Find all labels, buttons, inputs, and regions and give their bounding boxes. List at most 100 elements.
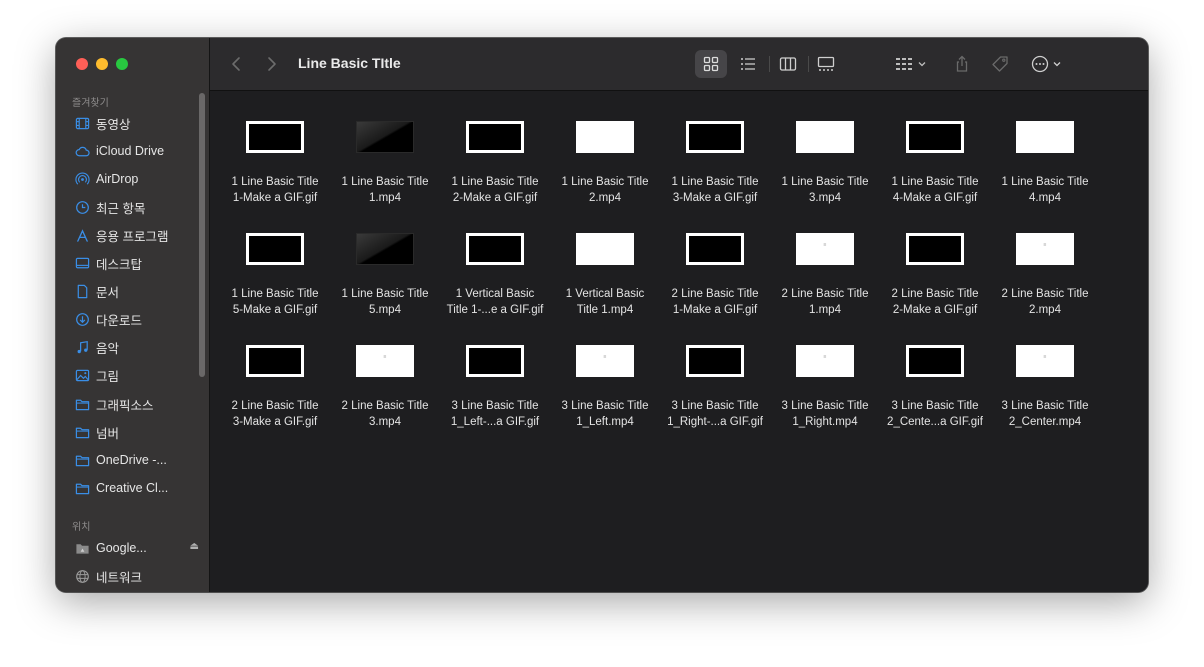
file-thumbnail-area bbox=[880, 215, 990, 283]
sidebar-item-fav-5[interactable]: 데스크탑 bbox=[74, 253, 199, 275]
file-thumbnail: ≡ bbox=[796, 345, 854, 377]
file-item[interactable]: ≡ 2 Line Basic Title 2.mp4 bbox=[990, 215, 1100, 327]
file-name-line-2: 3-Make a GIF.gif bbox=[672, 192, 758, 204]
file-name: 2 Line Basic Title 1.mp4 bbox=[771, 286, 879, 318]
file-name-line-2: 5.mp4 bbox=[369, 304, 401, 316]
file-thumbnail-area bbox=[220, 327, 330, 395]
file-item[interactable]: 1 Line Basic Title 1.mp4 bbox=[330, 103, 440, 215]
list-icon bbox=[741, 58, 755, 70]
sidebar-item-label: 음악 bbox=[96, 342, 120, 357]
favorites-section-label: 즐겨찾기 bbox=[72, 98, 109, 109]
file-item[interactable]: 3 Line Basic Title 2_Cente...a GIF.gif bbox=[880, 327, 990, 439]
group-by-button[interactable] bbox=[890, 50, 930, 78]
file-thumbnail-area bbox=[330, 103, 440, 171]
file-thumbnail bbox=[796, 121, 854, 153]
file-name: 1 Line Basic Title 5-Make a GIF.gif bbox=[221, 286, 329, 318]
sidebar-item-fav-11[interactable]: 넘버 bbox=[74, 421, 199, 443]
zoom-window-button[interactable] bbox=[116, 58, 128, 70]
sidebar-item-fav-4[interactable]: 응용 프로그램 bbox=[74, 224, 199, 246]
forward-button[interactable] bbox=[262, 55, 280, 73]
back-button[interactable] bbox=[228, 55, 246, 73]
file-item[interactable]: ≡ 2 Line Basic Title 3.mp4 bbox=[330, 327, 440, 439]
file-item[interactable]: 3 Line Basic Title 1_Right-...a GIF.gif bbox=[660, 327, 770, 439]
sidebar-item-fav-9[interactable]: 그림 bbox=[74, 365, 199, 387]
file-item[interactable]: 1 Line Basic Title 3-Make a GIF.gif bbox=[660, 103, 770, 215]
file-name-line-1: 2 Line Basic Title bbox=[671, 288, 759, 300]
sidebar-item-fav-7[interactable]: 다운로드 bbox=[74, 309, 199, 331]
file-name-line-2: 1-Make a GIF.gif bbox=[672, 304, 758, 316]
sidebar-item-fav-12[interactable]: OneDrive -... bbox=[74, 449, 199, 471]
file-item[interactable]: 1 Line Basic Title 4.mp4 bbox=[990, 103, 1100, 215]
sidebar-item-fav-3[interactable]: 최근 항목 bbox=[74, 196, 199, 218]
chevron-left-icon bbox=[232, 57, 240, 71]
file-thumbnail bbox=[576, 121, 634, 153]
file-item[interactable]: 2 Line Basic Title 3-Make a GIF.gif bbox=[220, 327, 330, 439]
file-name: 1 Line Basic Title 2.mp4 bbox=[551, 174, 659, 206]
file-item[interactable]: 1 Line Basic Title 2-Make a GIF.gif bbox=[440, 103, 550, 215]
file-name-line-1: 1 Line Basic Title bbox=[1001, 176, 1089, 188]
sidebar-item-fav-10[interactable]: 그래픽소스 bbox=[74, 393, 199, 415]
file-name-line-1: 2 Line Basic Title bbox=[341, 400, 429, 412]
sidebar-item-loc-1[interactable]: 네트워크 bbox=[74, 565, 199, 587]
file-item[interactable]: 1 Line Basic Title 2.mp4 bbox=[550, 103, 660, 215]
tags-button[interactable] bbox=[986, 50, 1014, 78]
sidebar-item-fav-2[interactable]: AirDrop bbox=[74, 168, 199, 190]
gallery-view-button[interactable] bbox=[810, 50, 842, 78]
file-name-line-2: 1_Left-...a GIF.gif bbox=[450, 416, 540, 428]
list-view-button[interactable] bbox=[732, 50, 764, 78]
thumbnail-text-mark: ≡ bbox=[1043, 354, 1047, 360]
sidebar-item-fav-8[interactable]: 음악 bbox=[74, 337, 199, 359]
sidebar-item-label: 동영상 bbox=[96, 117, 131, 132]
file-item[interactable]: 1 Vertical Basic Title 1-...e a GIF.gif bbox=[440, 215, 550, 327]
file-thumbnail-area bbox=[880, 327, 990, 395]
file-name-line-2: 1_Left.mp4 bbox=[576, 416, 634, 428]
file-item[interactable]: 1 Vertical Basic Title 1.mp4 bbox=[550, 215, 660, 327]
file-name: 3 Line Basic Title 1_Right-...a GIF.gif bbox=[661, 398, 769, 430]
columns-icon bbox=[779, 57, 797, 71]
file-name-line-2: 4.mp4 bbox=[1029, 192, 1061, 204]
file-item[interactable]: ≡ 2 Line Basic Title 1.mp4 bbox=[770, 215, 880, 327]
action-menu-button[interactable] bbox=[1026, 50, 1066, 78]
file-name-line-1: 1 Line Basic Title bbox=[341, 176, 429, 188]
file-item[interactable]: 2 Line Basic Title 2-Make a GIF.gif bbox=[880, 215, 990, 327]
file-name: 1 Line Basic Title 3-Make a GIF.gif bbox=[661, 174, 769, 206]
file-thumbnail-area bbox=[440, 103, 550, 171]
sidebar-scrollbar[interactable] bbox=[199, 93, 205, 377]
file-thumbnail-area: ≡ bbox=[330, 327, 440, 395]
minimize-window-button[interactable] bbox=[96, 58, 108, 70]
sidebar-item-fav-6[interactable]: 문서 bbox=[74, 281, 199, 303]
sidebar-item-label: 그림 bbox=[96, 370, 120, 385]
file-item[interactable]: ≡ 3 Line Basic Title 2_Center.mp4 bbox=[990, 327, 1100, 439]
sidebar: 즐겨찾기 동영상 iCloud Drive AirDrop 최근 항목응용 프로그램데… bbox=[56, 38, 210, 592]
sidebar-item-loc-0[interactable]: Google... ⏏ bbox=[74, 537, 199, 559]
column-view-button[interactable] bbox=[772, 50, 804, 78]
share-button[interactable] bbox=[948, 50, 976, 78]
file-item[interactable]: 1 Line Basic Title 5.mp4 bbox=[330, 215, 440, 327]
file-name: 1 Line Basic Title 4-Make a GIF.gif bbox=[881, 174, 989, 206]
chevron-down-icon bbox=[918, 62, 925, 67]
file-thumbnail-area bbox=[660, 103, 770, 171]
icon-view-button[interactable] bbox=[695, 50, 727, 78]
download-icon bbox=[74, 312, 90, 328]
file-item[interactable]: 1 Line Basic Title 1-Make a GIF.gif bbox=[220, 103, 330, 215]
sidebar-item-fav-13[interactable]: Creative Cl... bbox=[74, 477, 199, 499]
close-window-button[interactable] bbox=[76, 58, 88, 70]
file-name-line-2: 1_Right.mp4 bbox=[792, 416, 858, 428]
file-item[interactable]: ≡ 3 Line Basic Title 1_Left.mp4 bbox=[550, 327, 660, 439]
file-item[interactable]: 2 Line Basic Title 1-Make a GIF.gif bbox=[660, 215, 770, 327]
file-item[interactable]: 1 Line Basic Title 3.mp4 bbox=[770, 103, 880, 215]
eject-icon[interactable]: ⏏ bbox=[190, 541, 199, 552]
sidebar-item-fav-0[interactable]: 동영상 bbox=[74, 112, 199, 134]
file-item[interactable]: 1 Line Basic Title 5-Make a GIF.gif bbox=[220, 215, 330, 327]
file-item[interactable]: ≡ 3 Line Basic Title 1_Right.mp4 bbox=[770, 327, 880, 439]
file-item[interactable]: 1 Line Basic Title 4-Make a GIF.gif bbox=[880, 103, 990, 215]
file-thumbnail bbox=[466, 345, 524, 377]
thumbnail-text-mark: ≡ bbox=[1043, 242, 1047, 248]
file-name-line-1: 3 Line Basic Title bbox=[1001, 400, 1089, 412]
file-name: 2 Line Basic Title 2-Make a GIF.gif bbox=[881, 286, 989, 318]
sidebar-item-fav-1[interactable]: iCloud Drive bbox=[74, 140, 199, 162]
file-item[interactable]: 3 Line Basic Title 1_Left-...a GIF.gif bbox=[440, 327, 550, 439]
sidebar-item-label: Google... bbox=[96, 541, 147, 555]
file-name-line-2: 1.mp4 bbox=[369, 192, 401, 204]
file-thumbnail: ≡ bbox=[1016, 233, 1074, 265]
